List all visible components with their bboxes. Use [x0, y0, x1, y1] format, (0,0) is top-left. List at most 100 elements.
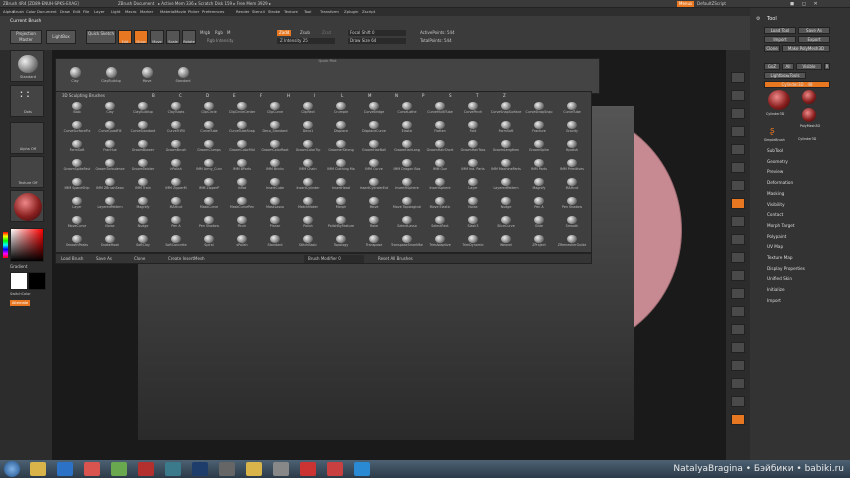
polymesh-tool-icon[interactable] [802, 108, 816, 122]
brush-item[interactable]: CurveSurfaceFix [61, 121, 93, 134]
ie-icon[interactable] [57, 462, 73, 476]
right-shelf-rotate-button[interactable] [731, 324, 745, 335]
goz-all-button[interactable]: All [782, 63, 794, 70]
brush-item[interactable]: Deco1 [292, 121, 324, 134]
move-button[interactable]: Move [150, 30, 164, 44]
quick-pick-brush[interactable]: ClayBuildup [94, 67, 128, 89]
brush-item[interactable]: LayeredPattern [490, 178, 522, 191]
brush-item[interactable]: IMM BParts [226, 159, 258, 172]
brush-item[interactable]: ZProject [523, 235, 555, 248]
menu-item-transform[interactable]: Transform [320, 8, 339, 16]
brush-thumbnail[interactable]: Standard [10, 50, 44, 82]
brush-item[interactable]: IMM Army_Curv [193, 159, 225, 172]
brush-item[interactable]: ClayTubes [160, 102, 192, 115]
brush-item[interactable]: Weavel [490, 235, 522, 248]
make-polymesh-button[interactable]: Make PolyMesh3D [782, 45, 830, 52]
brush-item[interactable]: IMM Gun [424, 159, 456, 172]
draw-size-slider[interactable]: Draw Size 64 [348, 38, 406, 44]
brush-item[interactable]: InsertCylinder [292, 178, 324, 191]
brush-item[interactable]: CurveQuadFill [94, 121, 126, 134]
tool-clone-button[interactable]: Clone [764, 45, 780, 52]
brush-item[interactable]: TransposeSmartMask [391, 235, 423, 248]
tray-section-preview[interactable]: Preview [767, 169, 783, 174]
brush-item[interactable]: Hpolish [556, 140, 588, 153]
brush-item[interactable]: IMM Bricks [259, 159, 291, 172]
right-shelf-actual-button[interactable] [731, 144, 745, 155]
right-shelf-polyf-button[interactable] [731, 342, 745, 353]
brush-item[interactable]: CurvePinch [457, 102, 489, 115]
rgb-intensity-slider[interactable]: Rgb Intensity [207, 38, 234, 44]
menu-item-marker[interactable]: Marker [140, 8, 153, 16]
menu-item-stencil[interactable]: Stencil [252, 8, 265, 16]
brush-modifier-slider[interactable]: Brush Modifier 0 [304, 255, 364, 263]
tool-thumbnail-label[interactable]: PolyMesh3D [800, 124, 820, 128]
menu-item-movie[interactable]: Movie [175, 8, 186, 16]
brush-item[interactable]: Layer [61, 197, 93, 210]
brush-item[interactable]: Rake [358, 216, 390, 229]
app2-icon[interactable] [300, 462, 316, 476]
brush-item[interactable]: SoftClay [127, 235, 159, 248]
right-shelf-solo-button[interactable] [731, 396, 745, 407]
brush-item[interactable]: CurveStrapSnap [523, 102, 555, 115]
zsub-toggle[interactable]: Zsub [300, 30, 310, 36]
brush-shortcut-letter[interactable]: I [314, 93, 315, 99]
brush-item[interactable]: GroomerStrong [325, 140, 357, 153]
tray-section-geometry[interactable]: Geometry [767, 159, 788, 164]
brush-item[interactable]: Flatten [424, 121, 456, 134]
zbrush-icon[interactable] [273, 462, 289, 476]
menu-item-layer[interactable]: Layer [94, 8, 105, 16]
brush-item[interactable]: SmoothPeaks [61, 235, 93, 248]
brush-item[interactable]: IMM Ind. Parts [457, 159, 489, 172]
stroke-thumbnail[interactable]: • • • • Dots [10, 85, 44, 117]
brush-item[interactable]: Slash3 [457, 216, 489, 229]
brush-item[interactable]: ClipRect [292, 102, 324, 115]
brush-item[interactable]: GroomSpike [523, 140, 555, 153]
brush-shortcut-letter[interactable]: B [152, 93, 155, 99]
menu-item-macro[interactable]: Macro [125, 8, 137, 16]
brush-shortcut-letter[interactable]: L [341, 93, 343, 99]
tray-section-masking[interactable]: Masking [767, 191, 784, 196]
clone-button[interactable]: Clone [134, 255, 145, 263]
brush-item[interactable]: MaskCurve [193, 197, 225, 210]
brush-item[interactable]: FormSoft [61, 140, 93, 153]
brush-item[interactable]: GroomColorMid [226, 140, 258, 153]
brush-item[interactable]: GroomHairToss [457, 140, 489, 153]
tray-section-subtool[interactable]: SubTool [767, 148, 783, 153]
brush-item[interactable]: hPolish [160, 159, 192, 172]
brush-item[interactable]: SoftConcrete [160, 235, 192, 248]
export-button[interactable]: Export [798, 36, 830, 43]
menu-item-file[interactable]: File [83, 8, 89, 16]
quick-sketch-button[interactable]: Quick Sketch [86, 30, 116, 44]
tray-section-polypaint[interactable]: Polypaint [767, 234, 786, 239]
brush-item[interactable]: LayeredPattern [94, 197, 126, 210]
brush-item[interactable]: MAHcut [160, 197, 192, 210]
tray-section-initialize[interactable]: Initialize [767, 287, 785, 292]
brush-item[interactable]: InsertCube [259, 178, 291, 191]
texture-thumbnail[interactable]: Texture Off [10, 156, 44, 188]
tray-section-visibility[interactable]: Visibility [767, 202, 785, 207]
brush-shortcut-letter[interactable]: E [233, 93, 236, 99]
brush-item[interactable]: MaskLasso [259, 197, 291, 210]
brush-item[interactable]: Smooth [556, 216, 588, 229]
load-brush-button[interactable]: Load Brush [61, 255, 83, 263]
brush-item[interactable]: Transpose [358, 235, 390, 248]
gradient-label[interactable]: Gradient [10, 264, 27, 270]
brush-item[interactable]: Topology [325, 235, 357, 248]
brush-item[interactable]: ClipCircle [193, 102, 225, 115]
brush-item[interactable]: IMM Curve [358, 159, 390, 172]
brush-item[interactable]: IMM Train [127, 178, 159, 191]
save-as-button[interactable]: Save As [96, 255, 112, 263]
brush-shortcut-letter[interactable]: S [449, 93, 452, 99]
brush-item[interactable]: SliceCurve [490, 216, 522, 229]
brush-item[interactable]: FracHue [94, 140, 126, 153]
brush-item[interactable]: CurveMultiTube [424, 102, 456, 115]
brush-item[interactable]: Planar [259, 216, 291, 229]
brush-item[interactable]: IMM Chain [292, 159, 324, 172]
rgb-toggle[interactable]: Rgb [215, 30, 223, 36]
brush-item[interactable]: Crumple [325, 102, 357, 115]
brush-item[interactable]: SnakeHook [94, 235, 126, 248]
menu-item-zplugin[interactable]: Zplugin [344, 8, 358, 16]
brush-item[interactable]: InsertHead [325, 178, 357, 191]
brush-item[interactable]: DisplaceCurve [358, 121, 390, 134]
current-tool-slider[interactable]: Cylinder3D . 48 [764, 81, 830, 88]
